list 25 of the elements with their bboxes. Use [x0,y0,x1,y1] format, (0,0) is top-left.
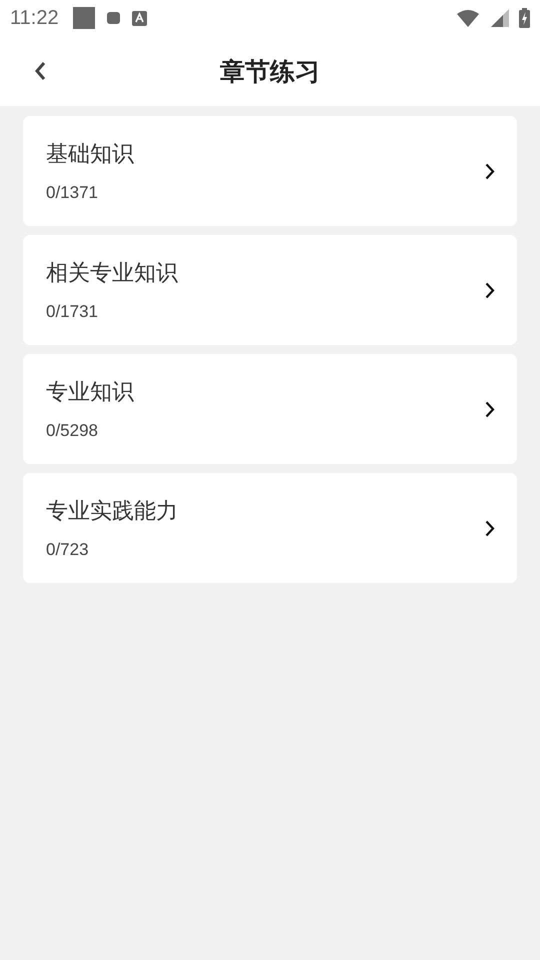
progress-count: 0/1371 [46,183,99,203]
chevron-right-icon [485,282,495,298]
battery-charging-icon [519,8,530,28]
notification-icon [106,12,120,24]
chapter-card[interactable]: 相关专业知识 0/1731 [23,235,517,345]
progress-count: 0/5298 [46,421,99,441]
chapter-card[interactable]: 专业知识 0/5298 [23,354,517,464]
progress-count: 0/1731 [46,302,99,322]
chapter-card[interactable]: 专业实践能力 0/723 [23,473,517,583]
wifi-icon [457,10,479,26]
chapter-title: 专业实践能力 [46,498,179,526]
chevron-right-icon [485,400,495,418]
signal-icon [491,9,509,27]
chapter-title: 基础知识 [46,141,135,169]
chapter-title: 专业知识 [46,379,135,407]
keyboard-icon [132,10,147,26]
back-icon[interactable] [34,61,46,81]
chapter-card[interactable]: 基础知识 0/1371 [23,116,517,226]
chapter-title: 相关专业知识 [46,260,179,288]
progress-count: 0/723 [46,540,90,560]
notification-icon [72,7,95,29]
chevron-right-icon [485,162,495,180]
chevron-right-icon [485,520,495,536]
page-title: 章节练习 [220,56,320,88]
status-time: 11:22 [10,6,59,30]
